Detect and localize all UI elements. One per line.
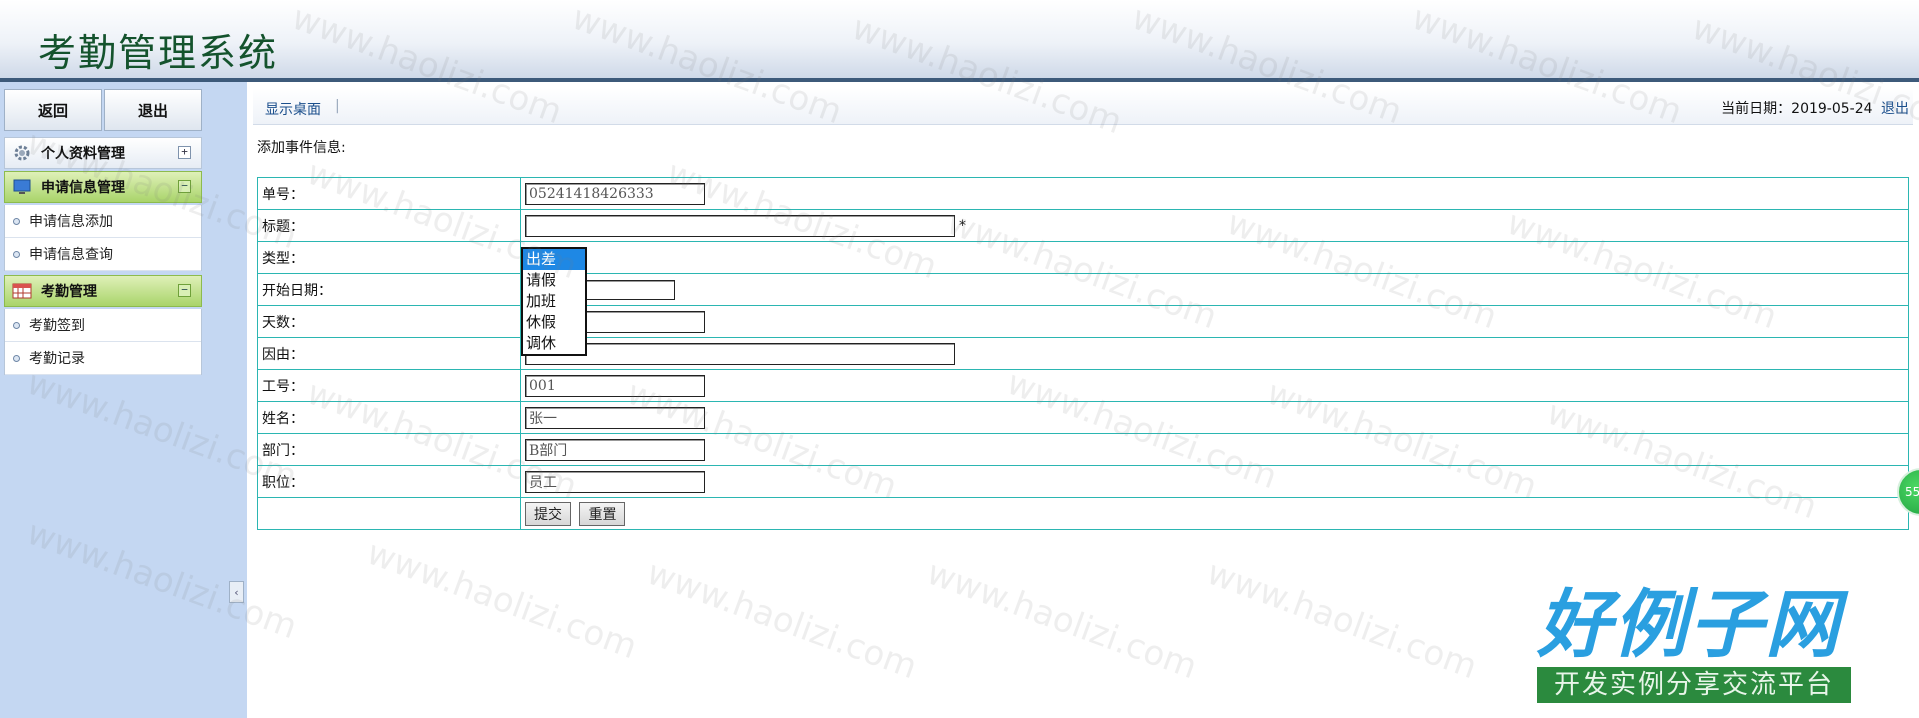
menu-sub-application: 申请信息添加 申请信息查询: [4, 205, 202, 271]
main-topbar: 显示桌面 | 当前日期：2019-05-24 退出: [253, 88, 1913, 125]
field-label: 因由：: [257, 337, 521, 370]
event-form-table: 单号： 标题： * 类型： 开始日期： 天数： 因由： 工号： 姓名：: [257, 177, 1909, 530]
sidebar-item-attendance-records[interactable]: 考勤记录: [5, 342, 201, 375]
form-row: 类型：: [257, 241, 1909, 274]
sidebar-logout-button[interactable]: 退出: [104, 89, 202, 131]
current-date: 当前日期：2019-05-24: [1721, 101, 1873, 117]
sidebar-collapse-handle[interactable]: ‹: [229, 581, 244, 603]
field-label: 类型：: [257, 241, 521, 274]
app-title: 考勤管理系统: [38, 31, 279, 75]
reset-button[interactable]: 重置: [579, 501, 626, 526]
form-row: 开始日期：: [257, 273, 1909, 306]
required-mark: *: [959, 217, 966, 234]
form-row: 标题： *: [257, 209, 1909, 242]
bullet-icon: [13, 217, 20, 225]
form-row: 姓名：: [257, 401, 1909, 434]
bullet-icon: [13, 321, 20, 329]
field-label: 姓名：: [257, 401, 521, 434]
sidebar-item-label: 考勤记录: [29, 351, 85, 367]
field-label: 标题：: [257, 209, 521, 242]
type-select-listbox[interactable]: 出差 请假 加班 休假 调休: [521, 247, 587, 356]
sidebar-item-label: 申请信息查询: [29, 247, 113, 263]
back-button[interactable]: 返回: [4, 89, 102, 131]
calendar-icon: [11, 282, 33, 300]
nav-separator: |: [335, 98, 340, 114]
current-date-area: 当前日期：2019-05-24 退出: [1721, 98, 1909, 118]
bullet-icon: [13, 250, 20, 258]
sidebar-item-application-add[interactable]: 申请信息添加: [5, 205, 201, 238]
logo-title: 好例子网: [1537, 582, 1841, 668]
type-option[interactable]: 调休: [523, 333, 585, 354]
menu-group-application[interactable]: 申请信息管理 −: [4, 171, 202, 203]
app-header: 考勤管理系统: [0, 0, 1919, 82]
form-row: 天数：: [257, 305, 1909, 338]
form-row: 提交 重置: [257, 497, 1909, 530]
submit-button[interactable]: 提交: [525, 501, 571, 526]
menu-group-label: 考勤管理: [41, 284, 97, 300]
collapse-icon[interactable]: −: [178, 180, 191, 193]
sidebar-item-application-query[interactable]: 申请信息查询: [5, 238, 201, 271]
form-row: 单号：: [257, 177, 1909, 210]
show-desktop-link[interactable]: 显示桌面: [265, 99, 321, 119]
type-option[interactable]: 出差: [523, 249, 585, 270]
type-option[interactable]: 加班: [523, 291, 585, 312]
field-label: 天数：: [257, 305, 521, 338]
field-label: 职位：: [257, 465, 521, 498]
topbar-logout-link[interactable]: 退出: [1881, 101, 1909, 117]
sidebar-menu: 个人资料管理 + 申请信息管理 − 申请信息添加 申请信息查询 考勤管理 − 考…: [4, 137, 202, 377]
menu-group-profile[interactable]: 个人资料管理 +: [4, 137, 202, 169]
field-label: 部门：: [257, 433, 521, 466]
field-label: 工号：: [257, 369, 521, 402]
bullet-icon: [13, 354, 20, 362]
sidebar-top-buttons: 返回 退出: [4, 89, 202, 131]
type-option[interactable]: 请假: [523, 270, 585, 291]
site-logo-watermark: 好例子网 开发实例分享交流平台: [1537, 585, 1857, 710]
title-input[interactable]: [525, 214, 955, 237]
form-row: 职位：: [257, 465, 1909, 498]
sidebar: 返回 退出 个人资料管理 + 申请信息管理 − 申请信息添加 申请信息查询 考勤…: [0, 82, 247, 718]
order-no-input[interactable]: [525, 182, 705, 205]
name-input[interactable]: [525, 406, 705, 429]
monitor-icon: [11, 178, 33, 196]
field-label: 单号：: [257, 177, 521, 210]
form-row: 部门：: [257, 433, 1909, 466]
type-option[interactable]: 休假: [523, 312, 585, 333]
gear-icon: [11, 144, 33, 162]
sidebar-item-label: 考勤签到: [29, 318, 85, 334]
sidebar-item-label: 申请信息添加: [29, 214, 113, 230]
expand-icon[interactable]: +: [178, 146, 191, 159]
form-caption: 添加事件信息:: [257, 140, 346, 156]
menu-group-attendance[interactable]: 考勤管理 −: [4, 275, 202, 307]
sidebar-item-attendance-signin[interactable]: 考勤签到: [5, 309, 201, 342]
form-row: 因由：: [257, 337, 1909, 370]
logo-subtitle: 开发实例分享交流平台: [1537, 667, 1851, 703]
field-label: 开始日期：: [257, 273, 521, 306]
menu-sub-attendance: 考勤签到 考勤记录: [4, 309, 202, 375]
employee-no-input[interactable]: [525, 374, 705, 397]
collapse-icon[interactable]: −: [178, 284, 191, 297]
form-row: 工号：: [257, 369, 1909, 402]
position-input[interactable]: [525, 470, 705, 493]
reason-input[interactable]: [525, 342, 955, 365]
department-input[interactable]: [525, 438, 705, 461]
menu-group-label: 个人资料管理: [41, 146, 125, 162]
menu-group-label: 申请信息管理: [41, 180, 125, 196]
